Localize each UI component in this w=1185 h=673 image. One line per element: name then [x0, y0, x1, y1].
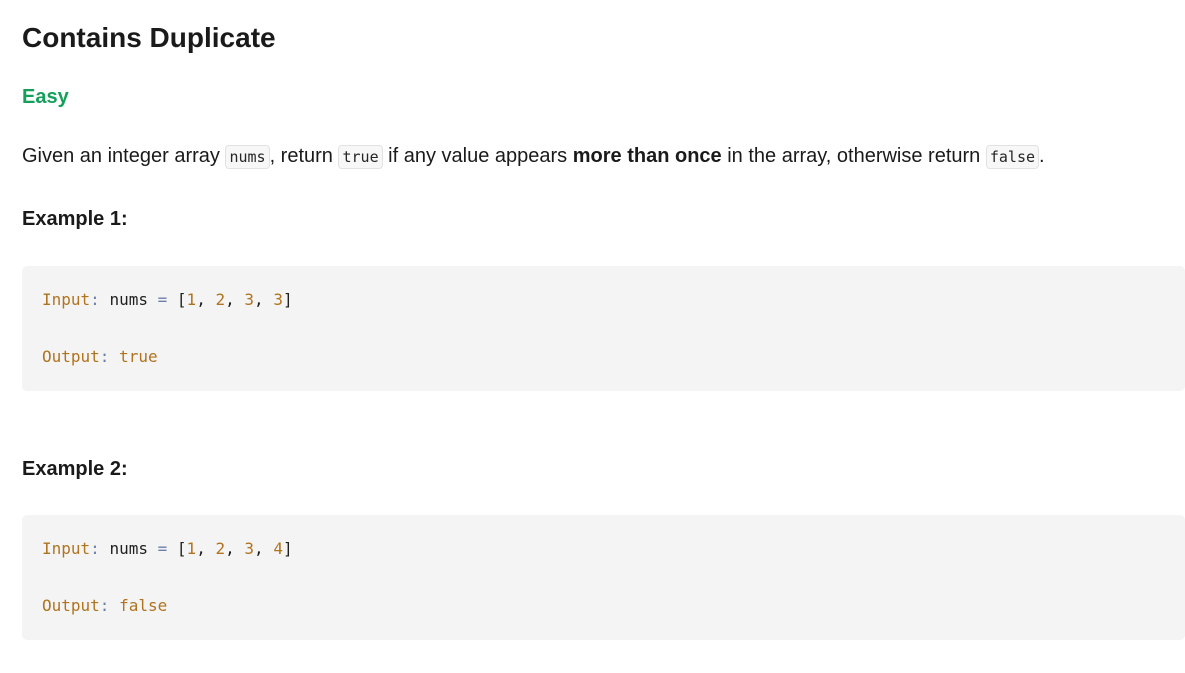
- comma: ,: [254, 290, 264, 309]
- problem-title: Contains Duplicate: [22, 22, 276, 53]
- variable-name: nums: [109, 290, 148, 309]
- statement-text: Given an integer array: [22, 145, 226, 167]
- problem-statement: Given an integer array nums, return true…: [22, 141, 1045, 172]
- example-1-output-line: Output: true: [42, 347, 158, 367]
- output-value: false: [119, 596, 168, 615]
- array-value: 1: [186, 539, 197, 558]
- example-1-code-block: Input: nums = [1, 2, 3, 3] Output: true: [22, 266, 1185, 391]
- inline-code-false: false: [985, 145, 1040, 169]
- comma: ,: [225, 290, 235, 309]
- input-label: Input: [42, 290, 91, 309]
- statement-text: in the array, otherwise return: [721, 145, 986, 167]
- comma: ,: [254, 539, 264, 558]
- inline-code-true: true: [338, 145, 383, 169]
- statement-text: .: [1039, 145, 1045, 167]
- equals-sign: =: [157, 290, 168, 309]
- example-2-code-block: Input: nums = [1, 2, 3, 4] Output: false: [22, 515, 1185, 640]
- statement-emphasis: more than once: [572, 145, 722, 167]
- statement-text: if any value appears: [382, 145, 573, 167]
- output-label: Output: [42, 347, 100, 366]
- array-value: 3: [244, 290, 255, 309]
- array-value: 4: [273, 539, 283, 558]
- close-bracket: ]: [282, 290, 293, 309]
- example-2-output-line: Output: false: [42, 596, 167, 616]
- colon: :: [99, 347, 110, 366]
- example-2-input-line: Input: nums = [1, 2, 3, 4]: [42, 539, 293, 559]
- input-label: Input: [42, 539, 91, 558]
- open-bracket: [: [176, 539, 187, 558]
- output-value: true: [119, 347, 158, 366]
- colon: :: [90, 290, 100, 309]
- open-bracket: [: [176, 290, 187, 309]
- example-1-heading: Example 1:: [22, 208, 128, 230]
- example-1-input-line: Input: nums = [1, 2, 3, 3]: [42, 290, 293, 310]
- example-2-heading: Example 2:: [22, 458, 128, 480]
- array-value: 2: [215, 539, 226, 558]
- inline-code-nums: nums: [225, 145, 270, 169]
- equals-sign: =: [157, 539, 168, 558]
- array-value: 3: [273, 290, 283, 309]
- variable-name: nums: [109, 539, 148, 558]
- output-label: Output: [42, 596, 100, 615]
- colon: :: [99, 596, 110, 615]
- difficulty-badge: Easy: [22, 86, 69, 108]
- statement-text: , return: [269, 145, 339, 167]
- array-value: 2: [215, 290, 226, 309]
- array-value: 3: [244, 539, 255, 558]
- close-bracket: ]: [282, 539, 293, 558]
- colon: :: [90, 539, 100, 558]
- comma: ,: [196, 539, 206, 558]
- comma: ,: [225, 539, 235, 558]
- array-value: 1: [186, 290, 197, 309]
- comma: ,: [196, 290, 206, 309]
